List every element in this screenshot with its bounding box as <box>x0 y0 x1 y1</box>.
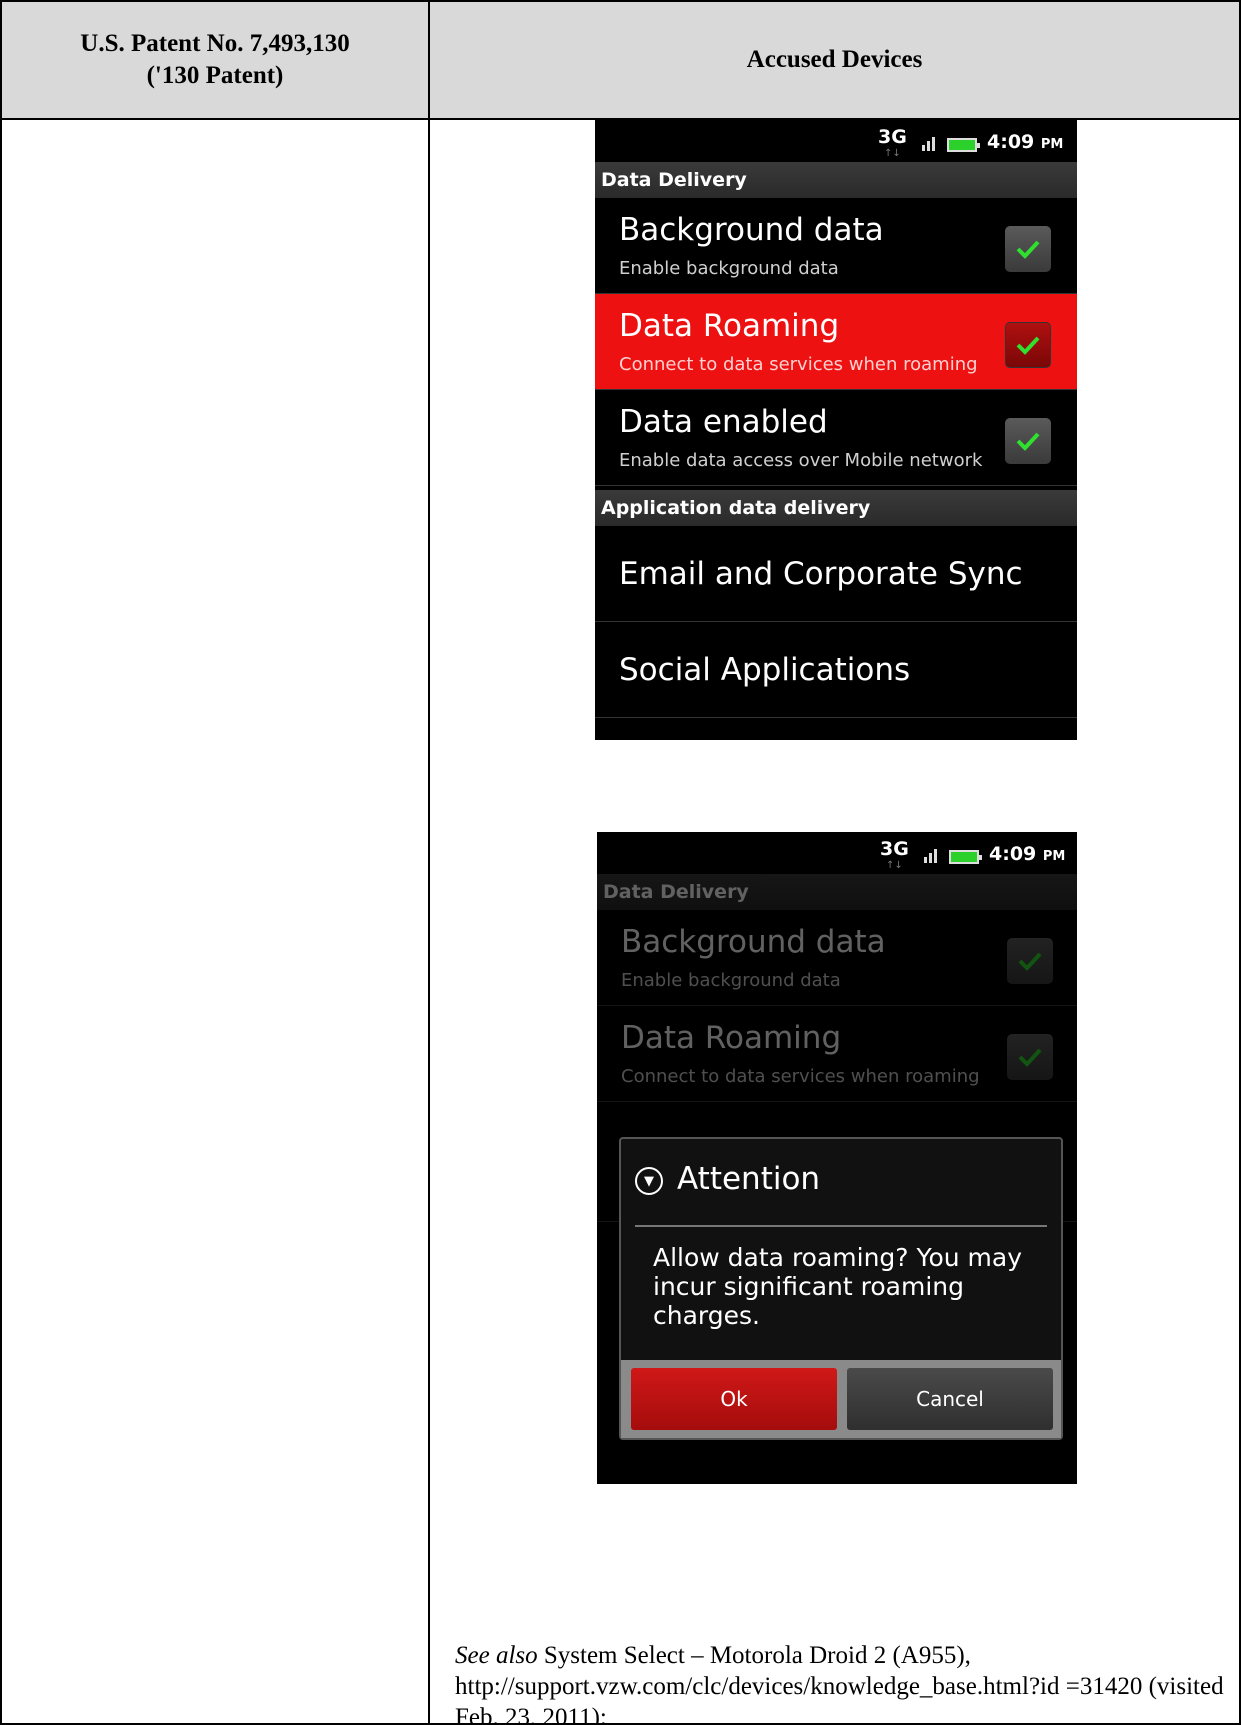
network-type: 3G <box>880 838 909 860</box>
setting-subtitle: Connect to data services when roaming <box>621 1066 980 1087</box>
setting-row-email-sync[interactable]: Email and Corporate Sync <box>595 526 1077 622</box>
signal-icon <box>924 849 937 863</box>
signal-icon <box>922 137 935 151</box>
battery-icon <box>947 138 980 152</box>
checkmark-icon <box>1016 240 1040 259</box>
setting-row-data-roaming[interactable]: Data Roaming Connect to data services wh… <box>595 294 1077 390</box>
status-bar: 3G ↑↓ 4:09 PM <box>597 832 1077 874</box>
status-bar: 3G ↑↓ 4:09 PM <box>595 120 1077 162</box>
see-also-italic: See also <box>455 1642 538 1669</box>
ok-button[interactable]: Ok <box>631 1368 837 1430</box>
setting-row-data-roaming: Data Roaming Connect to data services wh… <box>597 1006 1077 1102</box>
checkmark-icon <box>1016 336 1040 355</box>
setting-title: Social Applications <box>619 652 911 688</box>
checkmark-icon <box>1016 432 1040 451</box>
header-patent-cell: U.S. Patent No. 7,493,130 ('130 Patent) <box>0 0 430 120</box>
dialog-button-bar: Ok Cancel <box>621 1360 1061 1438</box>
setting-title: Data Roaming <box>621 1020 842 1056</box>
setting-row-background-data[interactable]: Background data Enable background data <box>595 198 1077 294</box>
phone-screenshot-data-delivery: 3G ↑↓ 4:09 PM Data Delivery Background d… <box>595 120 1077 740</box>
header-patent-line1: U.S. Patent No. 7,493,130 <box>80 30 350 57</box>
setting-title: Background data <box>619 212 884 248</box>
section-header-data-delivery: Data Delivery <box>597 874 1077 910</box>
checkbox-data-roaming[interactable] <box>1005 322 1051 368</box>
status-clock: 4:09 PM <box>987 131 1064 153</box>
chevron-down-circle-icon: ▼ <box>635 1167 663 1195</box>
header-patent-line2: ('130 Patent) <box>146 62 284 89</box>
header-accused-devices: Accused Devices <box>746 46 923 73</box>
dialog-divider <box>635 1225 1047 1227</box>
header-accused-cell: Accused Devices <box>428 0 1241 120</box>
cancel-button[interactable]: Cancel <box>847 1368 1053 1430</box>
dialog-message: Allow data roaming? You may incur signif… <box>653 1243 1023 1330</box>
caption-text: System Select – Motorola Droid 2 (A955),… <box>455 1642 1224 1725</box>
body-patent-cell <box>0 118 430 1725</box>
setting-row-data-enabled[interactable]: Data enabled Enable data access over Mob… <box>595 390 1077 486</box>
setting-row-social-apps[interactable]: Social Applications <box>595 622 1077 718</box>
checkmark-icon <box>1018 952 1042 971</box>
checkbox-background-data <box>1007 938 1053 984</box>
checkbox-data-roaming <box>1007 1034 1053 1080</box>
dialog-title: Attention <box>677 1161 821 1197</box>
setting-subtitle: Connect to data services when roaming <box>619 354 978 375</box>
setting-subtitle: Enable background data <box>621 970 841 991</box>
attention-dialog: ▼ Attention Allow data roaming? You may … <box>619 1137 1063 1440</box>
data-activity-icon: ↑↓ <box>886 860 903 871</box>
phone-screenshot-roaming-dialog: 3G ↑↓ 4:09 PM Data Delivery Background d… <box>597 832 1077 1484</box>
network-type: 3G <box>878 126 907 148</box>
section-header-app-data-delivery: Application data delivery <box>595 490 1077 526</box>
setting-subtitle: Enable background data <box>619 258 839 279</box>
data-activity-icon: ↑↓ <box>884 148 901 159</box>
checkmark-icon <box>1018 1048 1042 1067</box>
see-also-caption: See also System Select – Motorola Droid … <box>455 1640 1225 1725</box>
setting-title: Email and Corporate Sync <box>619 556 1023 592</box>
setting-title: Data Roaming <box>619 308 840 344</box>
setting-row-background-data: Background data Enable background data <box>597 910 1077 1006</box>
status-clock: 4:09 PM <box>989 843 1066 865</box>
battery-icon <box>949 850 982 864</box>
checkbox-data-enabled[interactable] <box>1005 418 1051 464</box>
setting-title: Data enabled <box>619 404 828 440</box>
section-header-data-delivery: Data Delivery <box>595 162 1077 198</box>
checkbox-background-data[interactable] <box>1005 226 1051 272</box>
setting-title: Background data <box>621 924 886 960</box>
setting-subtitle: Enable data access over Mobile network <box>619 450 983 471</box>
